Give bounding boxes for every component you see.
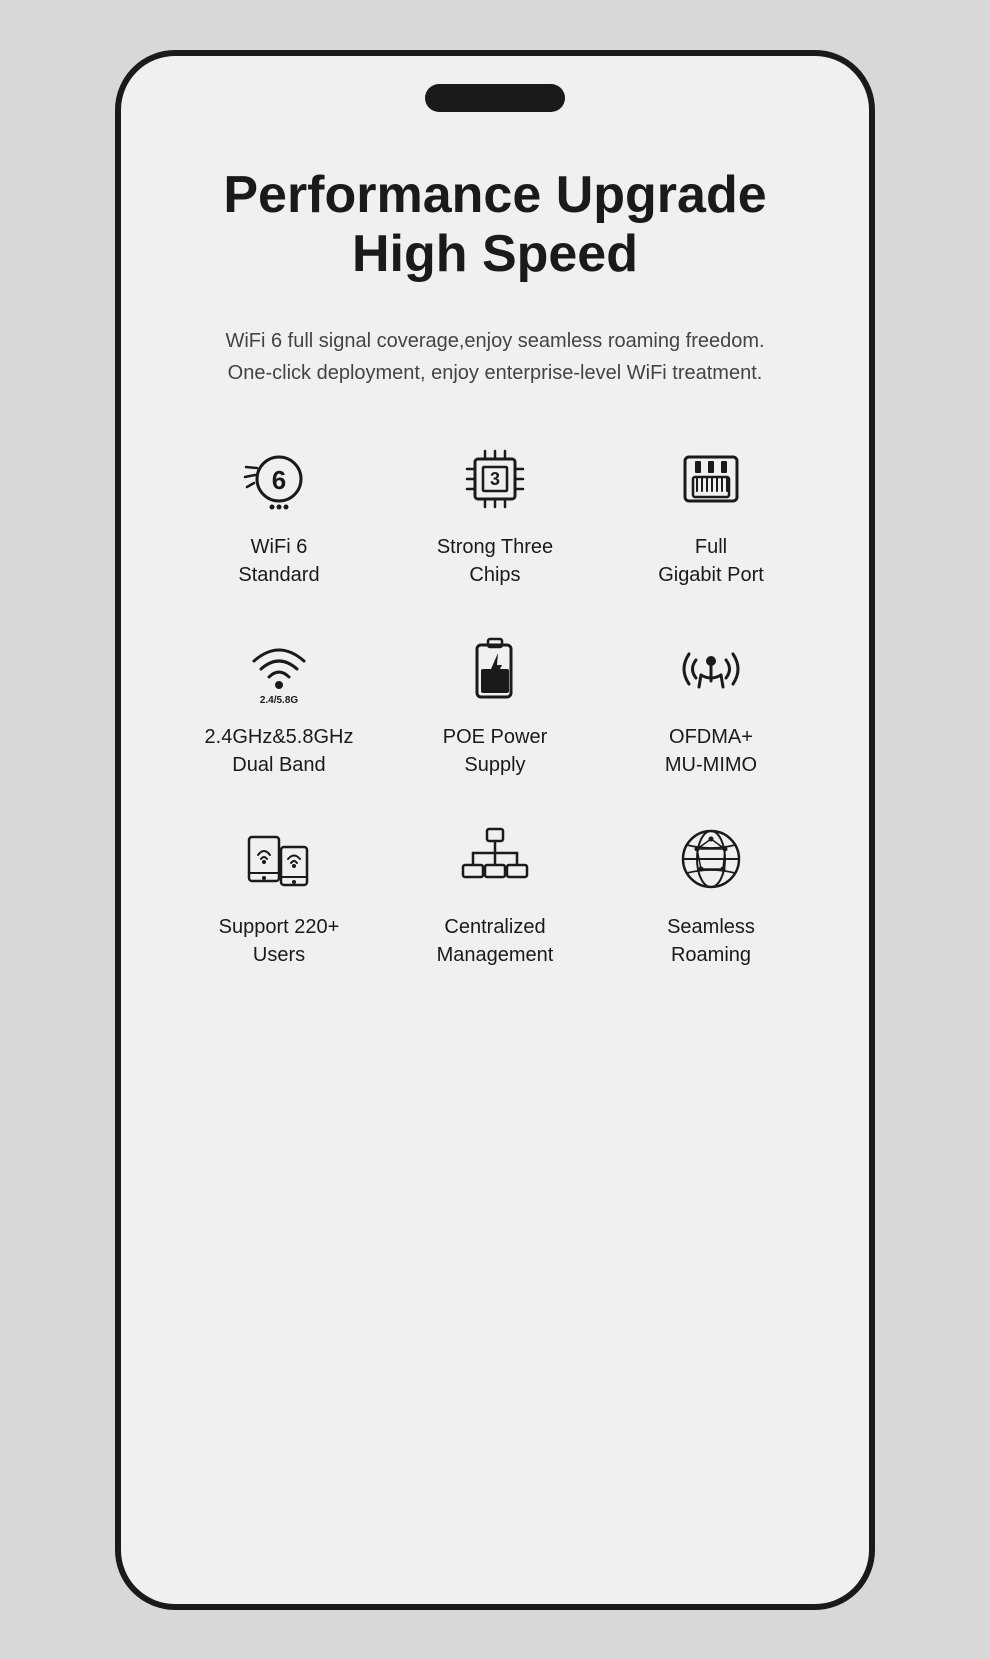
gigabit-icon — [671, 439, 751, 519]
wifi6-label: WiFi 6Standard — [238, 533, 319, 589]
management-icon — [455, 819, 535, 899]
page-subtitle: WiFi 6 full signal coverage,enjoy seamle… — [215, 325, 775, 389]
feature-roaming: SeamlessRoaming — [613, 819, 809, 969]
phone-notch — [425, 84, 565, 112]
feature-users: Support 220+Users — [181, 819, 377, 969]
dualband-label: 2.4GHz&5.8GHzDual Band — [205, 723, 354, 779]
management-label: CentralizedManagement — [437, 913, 554, 969]
poe-label: POE PowerSupply — [443, 723, 547, 779]
feature-management: CentralizedManagement — [397, 819, 593, 969]
feature-wifi6: 6 WiFi 6Standard — [181, 439, 377, 589]
wifi6-icon: 6 — [239, 439, 319, 519]
ofdma-label: OFDMA+MU-MIMO — [665, 723, 757, 779]
feature-ofdma: OFDMA+MU-MIMO — [613, 629, 809, 779]
dualband-icon: 2.4/5.8G — [239, 629, 319, 709]
gigabit-label: FullGigabit Port — [658, 533, 764, 589]
feature-chips: 3 — [397, 439, 593, 589]
phone-frame: Performance Upgrade High Speed WiFi 6 fu… — [115, 50, 875, 1610]
svg-text:2.4/5.8G: 2.4/5.8G — [260, 695, 299, 706]
feature-gigabit: FullGigabit Port — [613, 439, 809, 589]
roaming-icon — [671, 819, 751, 899]
feature-dualband: 2.4/5.8G 2.4GHz&5.8GHzDual Band — [181, 629, 377, 779]
users-icon — [239, 819, 319, 899]
users-label: Support 220+Users — [219, 913, 340, 969]
svg-text:6: 6 — [272, 465, 286, 495]
features-grid: 6 WiFi 6Standard 3 — [181, 439, 809, 969]
svg-text:3: 3 — [490, 469, 500, 489]
page-title: Performance Upgrade High Speed — [223, 166, 766, 286]
chips-label: Strong ThreeChips — [437, 533, 553, 589]
poe-icon — [455, 629, 535, 709]
chips-icon: 3 — [455, 439, 535, 519]
feature-poe: POE PowerSupply — [397, 629, 593, 779]
roaming-label: SeamlessRoaming — [667, 913, 755, 969]
ofdma-icon — [671, 629, 751, 709]
